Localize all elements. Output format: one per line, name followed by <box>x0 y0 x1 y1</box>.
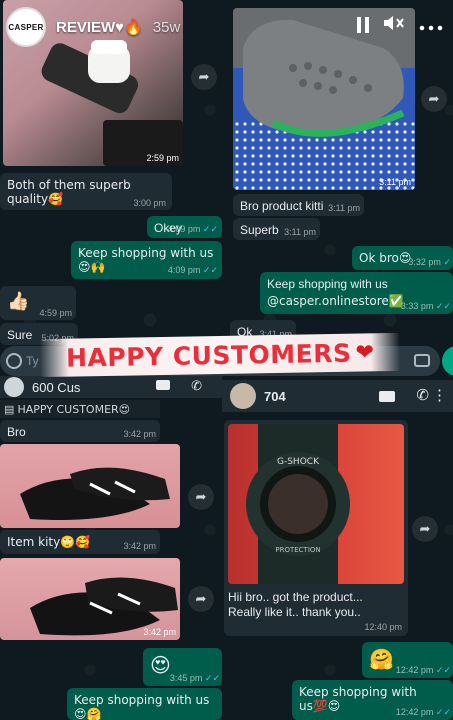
story-controls <box>357 14 443 35</box>
contact-name[interactable]: 600 Cus <box>32 380 80 395</box>
message-bubble-out[interactable]: 😍 3:45 pm ✓✓ <box>143 648 222 686</box>
message-time: 3:00 pm <box>133 198 166 208</box>
message-text: Keep shopping with us <box>267 277 388 291</box>
avatar-text: CASPER <box>8 22 44 32</box>
message-bubble-out[interactable]: Keep shopping with us😍🤗 <box>67 688 222 720</box>
chat-pane-right-bottom: 704 ✆ ⋮ G-SHOCK PROTECTION Hii bro.. got… <box>222 376 453 720</box>
message-time: 4:59 pm <box>39 308 72 318</box>
banner-text: HAPPY CUSTOMERS <box>65 338 352 373</box>
message-text: 👍🏻 <box>7 291 30 312</box>
message-time: 3:11 pm <box>284 227 316 237</box>
chat-header: 704 ✆ ⋮ <box>222 380 453 412</box>
message-text: Item kity🙄🥰 <box>7 535 91 549</box>
message-text: Ok bro😍 <box>359 251 412 265</box>
more-icon[interactable]: ⋮ <box>432 386 447 404</box>
message-time: 3:45 pm ✓✓ <box>169 673 220 683</box>
vans-photo-1[interactable] <box>0 444 180 528</box>
avatar[interactable]: CASPER <box>6 7 46 47</box>
message-bubble[interactable]: Bro product kitti 3:11 pm <box>233 194 364 216</box>
chat-pane-left-bottom: 600 Cus ✆ ▤ HAPPY CUSTOMER😍 Bro 3:42 pm … <box>0 376 222 720</box>
svg-text:PROTECTION: PROTECTION <box>275 546 320 554</box>
message-text: Sure <box>7 328 33 342</box>
pinned-text: HAPPY CUSTOMER😍 <box>17 403 131 416</box>
message-bubble[interactable]: Superb 3:11 pm <box>233 218 320 240</box>
message-bubble-out[interactable]: Okey 4:09 pm ✓✓ <box>147 216 222 238</box>
vans-photo-2[interactable]: 3:42 pm <box>0 558 180 640</box>
pause-icon[interactable] <box>357 16 369 33</box>
message-time: 12:42 pm ✓✓ <box>395 665 451 675</box>
message-bubble-out[interactable]: Ok bro😍 3:32 pm ✓ <box>352 246 453 270</box>
img-time: 2:59 pm <box>146 153 179 163</box>
chat-pane-right-top: 3:11 pm ➦ Bro product kitti 3:11 pm Supe… <box>222 0 453 345</box>
message-time: 4:09 pm ✓✓ <box>167 265 218 275</box>
message-time: 3:42 pm <box>123 429 156 439</box>
camera-icon[interactable] <box>414 354 430 367</box>
message-bubble[interactable]: Both of them superb quality🥰 3:00 pm <box>0 173 172 210</box>
video-call-icon[interactable] <box>379 391 395 402</box>
heart-icon: ❤ <box>355 339 375 365</box>
message-text: 🤗 <box>369 647 394 671</box>
avatar[interactable] <box>4 377 24 397</box>
message-text: Both of them superb quality🥰 <box>7 178 131 206</box>
chat-header: 600 Cus ✆ <box>0 376 222 398</box>
message-time: 3:32 pm ✓ <box>408 257 451 267</box>
message-bubble-out[interactable]: Keep shopping with us😍🙌 4:09 pm ✓✓ <box>71 241 222 279</box>
more-icon[interactable] <box>419 16 443 34</box>
chat-pane-left-top: 2:59 pm ➦ Both of them superb quality🥰 3… <box>0 0 222 345</box>
send-button[interactable] <box>442 346 453 376</box>
phone-icon[interactable]: ✆ <box>191 378 202 394</box>
img-time: 3:11 pm <box>379 177 411 187</box>
pinned-icon: ▤ <box>4 404 18 416</box>
message-bubble-out[interactable]: 🤗 12:42 pm ✓✓ <box>362 642 453 678</box>
gshock-photo[interactable]: G-SHOCK PROTECTION <box>228 424 404 584</box>
message-text: Bro product kitti <box>240 199 324 213</box>
message-bubble[interactable]: 👍🏻 4:59 pm <box>0 286 76 320</box>
message-text: 😍 <box>150 653 171 677</box>
message-time: 3:11 pm <box>328 203 360 213</box>
emoji-icon[interactable] <box>6 353 22 369</box>
message-text: Keep shopping with us😍🤗 <box>74 693 210 720</box>
message-time: 12:40 pm <box>364 622 402 632</box>
message-time: 3:33 pm ✓✓ <box>400 301 451 311</box>
message-bubble[interactable]: Item kity🙄🥰 3:42 pm <box>0 530 160 554</box>
message-bubble-out[interactable]: Keep shopping with us💯😍 12:42 pm ✓✓ <box>292 680 453 720</box>
phone-icon[interactable]: ✆ <box>416 386 429 404</box>
message-text: Bro <box>7 425 26 439</box>
forward-icon[interactable]: ➦ <box>188 484 214 510</box>
story-username[interactable]: REVIEW♥🔥 <box>56 18 143 36</box>
message-bubble[interactable]: G-SHOCK PROTECTION Hii bro.. got the pro… <box>224 420 408 636</box>
svg-text:G-SHOCK: G-SHOCK <box>277 457 320 467</box>
story-header: CASPER REVIEW♥🔥 35w <box>6 6 447 48</box>
message-time: 12:42 pm ✓✓ <box>395 707 451 717</box>
forward-icon[interactable]: ➦ <box>188 586 214 612</box>
story-time: 35w <box>152 18 181 36</box>
forward-icon[interactable]: ➦ <box>191 64 217 90</box>
forward-icon[interactable]: ➦ <box>421 86 447 112</box>
story-viewer: CASPER REVIEW♥🔥 35w 2:59 pm ➦ Both of th… <box>0 0 453 720</box>
mute-icon[interactable] <box>383 14 405 35</box>
message-input[interactable]: Ty <box>26 354 39 368</box>
message-time: 3:42 pm <box>123 541 156 551</box>
forward-icon[interactable]: ➦ <box>412 516 438 542</box>
message-bubble[interactable]: Bro 3:42 pm <box>0 420 160 442</box>
video-call-icon[interactable] <box>156 380 170 390</box>
img-time: 3:42 pm <box>143 627 176 637</box>
pinned-banner[interactable]: ▤ HAPPY CUSTOMER😍 <box>0 400 160 418</box>
contact-name[interactable]: 704 <box>264 389 286 404</box>
avatar[interactable] <box>230 383 256 409</box>
message-bubble-out[interactable]: Keep shopping with us @casper.onlinestor… <box>260 272 453 314</box>
happy-customers-banner: HAPPY CUSTOMERS ❤ <box>39 332 401 378</box>
message-text: Hii bro.. got the product... Really like… <box>228 590 363 619</box>
message-text: Superb <box>240 223 279 237</box>
message-time: 4:09 pm ✓✓ <box>167 224 218 234</box>
